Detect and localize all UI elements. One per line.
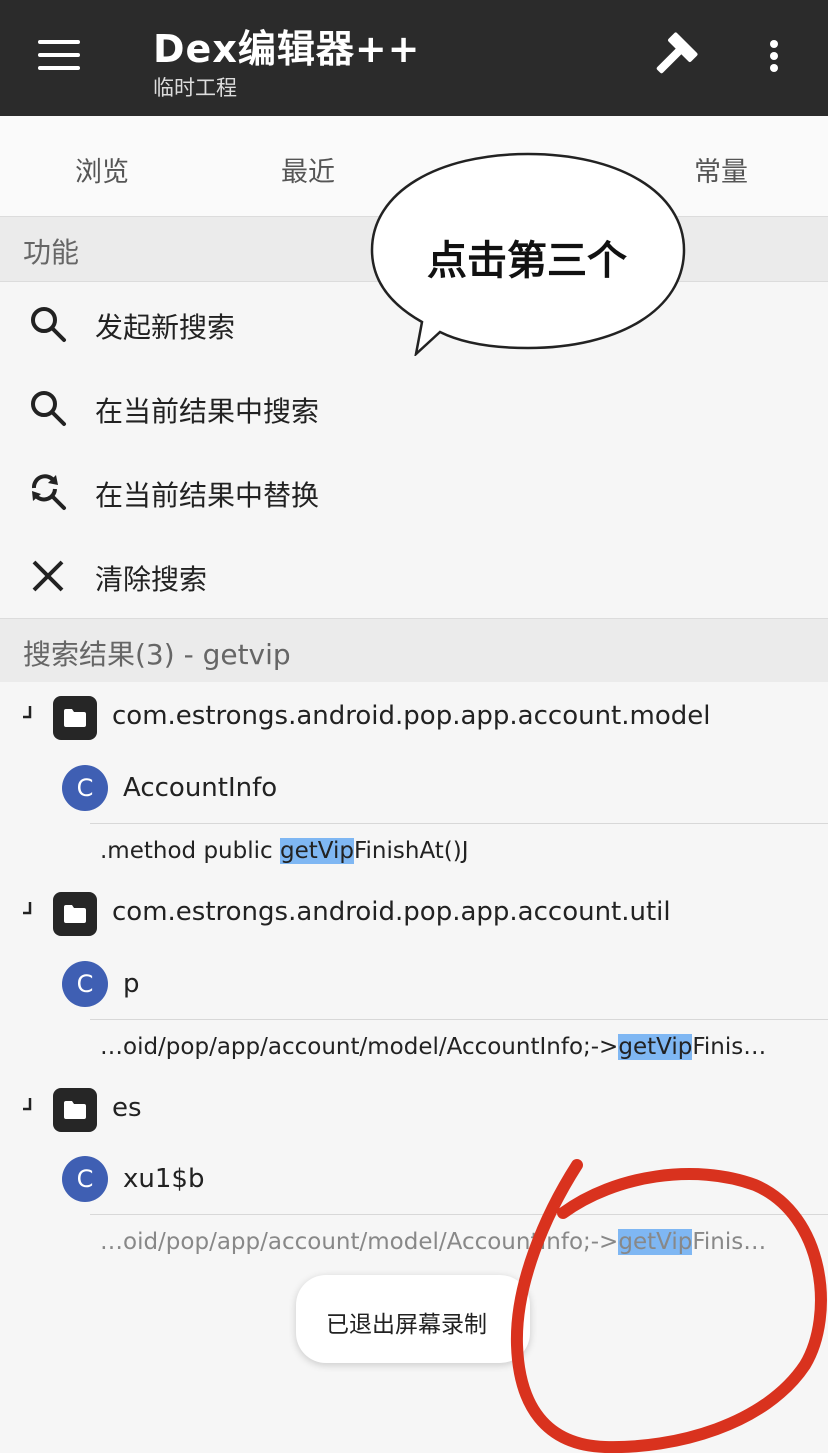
menu-icon[interactable] bbox=[38, 38, 80, 72]
folder-icon bbox=[53, 892, 97, 936]
app-subtitle: 临时工程 bbox=[153, 76, 237, 100]
package-row[interactable]: com.estrongs.android.pop.app.account.uti… bbox=[0, 878, 828, 948]
clear-search-label: 清除搜索 bbox=[95, 563, 208, 596]
expand-arrow-icon bbox=[23, 1098, 32, 1111]
tab-recent[interactable]: 最近 bbox=[281, 150, 335, 189]
class-row[interactable]: C p bbox=[0, 949, 828, 1019]
new-search-label: 发起新搜索 bbox=[95, 311, 236, 344]
tab-browse[interactable]: 浏览 bbox=[75, 150, 129, 189]
package-name: com.estrongs.android.pop.app.account.uti… bbox=[112, 897, 671, 927]
package-row[interactable]: com.estrongs.android.pop.app.account.mod… bbox=[0, 682, 828, 752]
callout-text: 点击第三个 bbox=[427, 238, 627, 284]
class-name: AccountInfo bbox=[123, 773, 278, 803]
match-line[interactable]: .method public getVipFinishAt()J bbox=[90, 823, 828, 886]
package-name: es bbox=[112, 1093, 142, 1123]
search-in-results-label: 在当前结果中搜索 bbox=[95, 395, 320, 428]
results-header-label: 搜索结果(3) - getvip bbox=[23, 638, 291, 671]
close-icon bbox=[32, 560, 64, 592]
more-options-icon[interactable] bbox=[760, 36, 790, 76]
app-bar: Dex编辑器++ 临时工程 bbox=[0, 0, 828, 116]
functions-header-label: 功能 bbox=[23, 236, 80, 269]
class-badge-icon: C bbox=[62, 765, 108, 811]
expand-arrow-icon bbox=[23, 902, 32, 915]
tab-constants[interactable]: 常量 bbox=[694, 150, 748, 189]
class-name: p bbox=[123, 969, 140, 999]
package-name: com.estrongs.android.pop.app.account.mod… bbox=[112, 701, 711, 731]
match-highlight: getVip bbox=[618, 1034, 693, 1060]
folder-icon bbox=[53, 696, 97, 740]
search-in-results-item[interactable]: 在当前结果中搜索 bbox=[0, 366, 828, 450]
search-icon bbox=[31, 307, 66, 342]
replace-in-results-label: 在当前结果中替换 bbox=[95, 479, 320, 512]
search-icon bbox=[31, 391, 66, 426]
folder-icon bbox=[53, 1088, 97, 1132]
red-circle-annotation bbox=[510, 1159, 827, 1453]
expand-arrow-icon bbox=[23, 706, 32, 719]
class-name: xu1$b bbox=[123, 1164, 205, 1194]
app-title: Dex编辑器++ bbox=[153, 27, 421, 71]
toast: 已退出屏幕录制 bbox=[296, 1275, 530, 1363]
results-header: 搜索结果(3) - getvip bbox=[0, 618, 828, 684]
match-highlight: getVip bbox=[279, 838, 354, 864]
match-line[interactable]: …oid/pop/app/account/model/AccountInfo;-… bbox=[90, 1019, 828, 1082]
replace-in-results-item[interactable]: 在当前结果中替换 bbox=[0, 450, 828, 534]
package-row[interactable]: es bbox=[0, 1074, 828, 1144]
hammer-icon[interactable] bbox=[650, 30, 700, 80]
class-badge-icon: C bbox=[62, 961, 108, 1007]
class-row[interactable]: C AccountInfo bbox=[0, 753, 828, 823]
class-badge-icon: C bbox=[62, 1156, 108, 1202]
match-text: .method public getVipFinishAt()J bbox=[100, 838, 469, 864]
match-text: …oid/pop/app/account/model/AccountInfo;-… bbox=[100, 1034, 767, 1060]
search-replace-icon bbox=[32, 474, 66, 510]
clear-search-item[interactable]: 清除搜索 bbox=[0, 534, 828, 618]
toast-text: 已退出屏幕录制 bbox=[326, 1312, 487, 1338]
